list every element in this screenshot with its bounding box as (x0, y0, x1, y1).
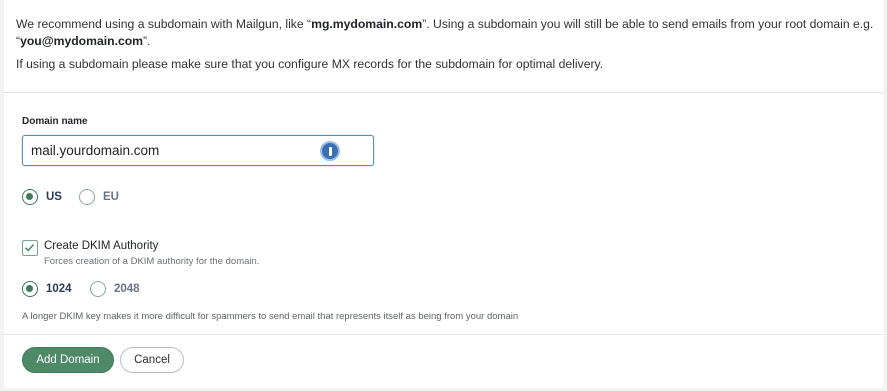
mx-records-note: If using a subdomain please make sure th… (16, 57, 604, 71)
domain-name-label: Domain name (22, 116, 88, 127)
check-icon (24, 243, 35, 252)
recommendation-text-part: We recommend using a subdomain with Mail… (16, 17, 312, 31)
key-1024-radio[interactable]: 1024 (22, 281, 72, 297)
domain-form: Domain name US EU Create DKIM Authority … (4, 94, 883, 334)
region-us-label: US (46, 191, 62, 203)
domain-name-input[interactable] (31, 136, 311, 165)
dkim-checkbox-label[interactable]: Create DKIM Authority (44, 240, 158, 252)
recommendation-text-part: ”. (143, 34, 151, 48)
example-subdomain: mg.mydomain.com (311, 17, 423, 31)
key-2048-label: 2048 (114, 283, 140, 295)
dkim-help-text: Forces creation of a DKIM authority for … (44, 256, 260, 267)
radio-selected-icon (22, 189, 38, 205)
dkim-key-note: A longer DKIM key makes it more difficul… (22, 311, 519, 322)
domain-name-field[interactable] (22, 135, 374, 166)
cancel-button[interactable]: Cancel (120, 347, 184, 373)
region-eu-radio[interactable]: EU (79, 189, 119, 205)
password-manager-icon[interactable] (320, 141, 340, 161)
radio-selected-icon (22, 281, 38, 297)
example-email: you@mydomain.com (20, 34, 144, 48)
subdomain-recommendation: We recommend using a subdomain with Mail… (4, 0, 883, 93)
radio-unselected-icon (79, 189, 95, 205)
form-footer: Add Domain Cancel (4, 334, 883, 388)
region-eu-label: EU (103, 191, 119, 203)
dkim-checkbox[interactable] (22, 240, 38, 256)
region-us-radio[interactable]: US (22, 189, 62, 205)
recommendation-text: We recommend using a subdomain with Mail… (16, 16, 876, 50)
key-1024-label: 1024 (46, 283, 72, 295)
key-2048-radio[interactable]: 2048 (90, 281, 140, 297)
add-domain-card: We recommend using a subdomain with Mail… (4, 0, 883, 388)
add-domain-button[interactable]: Add Domain (22, 347, 114, 373)
radio-unselected-icon (90, 281, 106, 297)
